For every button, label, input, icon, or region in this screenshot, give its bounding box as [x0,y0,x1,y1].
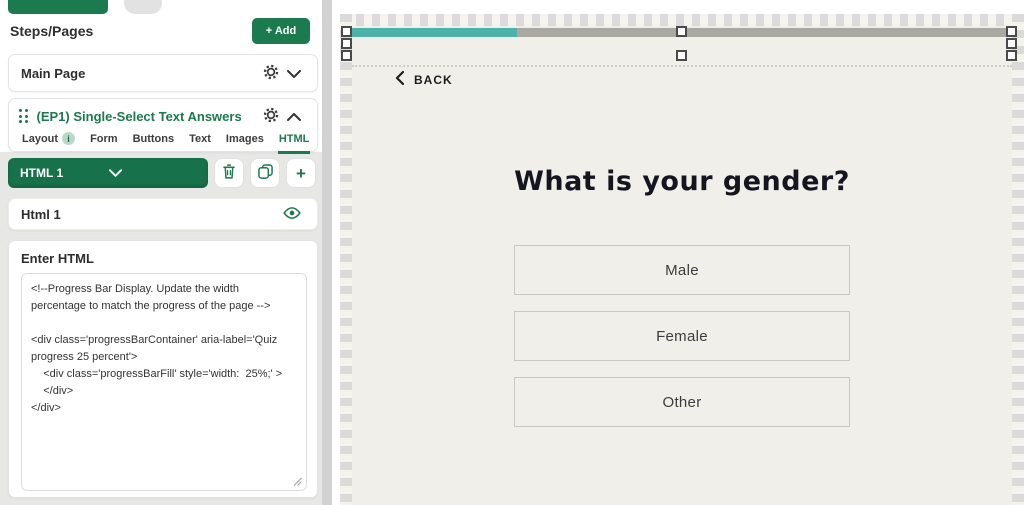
html-code-editor[interactable]: <!--Progress Bar Display. Update the wid… [21,273,307,491]
panel-scrollbar[interactable] [322,0,332,505]
trash-icon [222,164,236,182]
tab-images[interactable]: Images [225,133,265,154]
tab-html[interactable]: HTML [277,133,311,154]
active-top-tab-button[interactable] [8,0,108,14]
element-title: (EP1) Single-Select Text Answers [36,109,242,124]
selection-border-right [1012,14,1024,505]
steps-pages-title: Steps/Pages [10,23,94,39]
copy-icon [257,164,273,182]
html-editor-card: Enter HTML <!--Progress Bar Display. Upd… [8,240,318,498]
element-settings-button[interactable] [259,105,283,128]
chevron-left-icon [395,70,405,88]
selection-handle-top-middle[interactable] [676,26,687,37]
chevron-up-icon [287,109,301,124]
add-html-block-button[interactable]: + [286,158,316,188]
gear-icon [263,64,279,83]
info-icon: i [62,132,76,145]
selection-handle-middle-right[interactable] [1006,38,1017,49]
element-collapse-button[interactable] [283,107,305,126]
selection-handle-top-right[interactable] [1006,26,1017,37]
page-preview: BACK What is your gender? Male Female Ot… [352,26,1012,505]
eye-icon [283,206,301,223]
preview-canvas: BACK What is your gender? Male Female Ot… [340,14,1024,505]
selection-handle-middle-left[interactable] [341,38,352,49]
answer-options: Male Female Other [352,245,1012,427]
main-page-row[interactable]: Main Page [8,54,318,92]
answer-button-other[interactable]: Other [514,377,850,427]
element-header-row[interactable]: (EP1) Single-Select Text Answers [9,99,317,130]
preview-progress-fill [352,28,517,37]
selection-handle-bottom-right[interactable] [1006,50,1017,61]
add-step-button[interactable]: + Add [252,18,310,44]
tab-text[interactable]: Text [188,133,212,154]
tab-buttons[interactable]: Buttons [132,133,176,154]
html-block-selector[interactable]: HTML 1 [8,158,208,188]
main-page-expand-button[interactable] [283,64,305,83]
selection-handle-bottom-middle[interactable] [676,50,687,61]
back-button-label: BACK [414,72,453,87]
toggle-visibility-button[interactable] [279,204,305,225]
delete-html-block-button[interactable] [214,158,244,188]
duplicate-html-block-button[interactable] [250,158,280,188]
selection-handle-top-left[interactable] [341,26,352,37]
gear-icon [263,107,279,126]
html-block-selector-label: HTML 1 [20,166,64,180]
html-block-name: Html 1 [21,206,61,222]
editor-label: Enter HTML [21,251,94,266]
selection-border-left [340,14,352,505]
inactive-top-tab-button[interactable] [124,0,162,14]
plus-icon: + [296,163,306,183]
tab-form[interactable]: Form [89,133,119,154]
back-button[interactable]: BACK [395,70,453,88]
steps-panel: Steps/Pages + Add Main Page (EP1) Single… [0,0,332,505]
element-card: (EP1) Single-Select Text Answers Layout … [8,98,318,154]
main-page-settings-button[interactable] [259,62,283,85]
chevron-down-icon [109,166,198,180]
app-window: Steps/Pages + Add Main Page (EP1) Single… [0,0,1024,505]
question-heading: What is your gender? [514,166,850,197]
answer-button-male[interactable]: Male [514,245,850,295]
selection-handle-bottom-left[interactable] [341,50,352,61]
selection-bottom-edge [352,65,1012,67]
html-block-toolbar: HTML 1 + [8,158,318,188]
tab-layout[interactable]: Layout i [21,132,76,154]
answer-button-female[interactable]: Female [514,311,850,361]
drag-handle-icon[interactable] [19,109,29,124]
selection-border-top [340,14,1024,26]
chevron-down-icon [287,66,301,81]
tab-layout-label: Layout [22,132,59,145]
element-tabs: Layout i Form Buttons Text Images HTML [9,130,317,154]
html-block-name-row[interactable]: Html 1 [8,198,318,230]
main-page-label: Main Page [21,65,86,81]
